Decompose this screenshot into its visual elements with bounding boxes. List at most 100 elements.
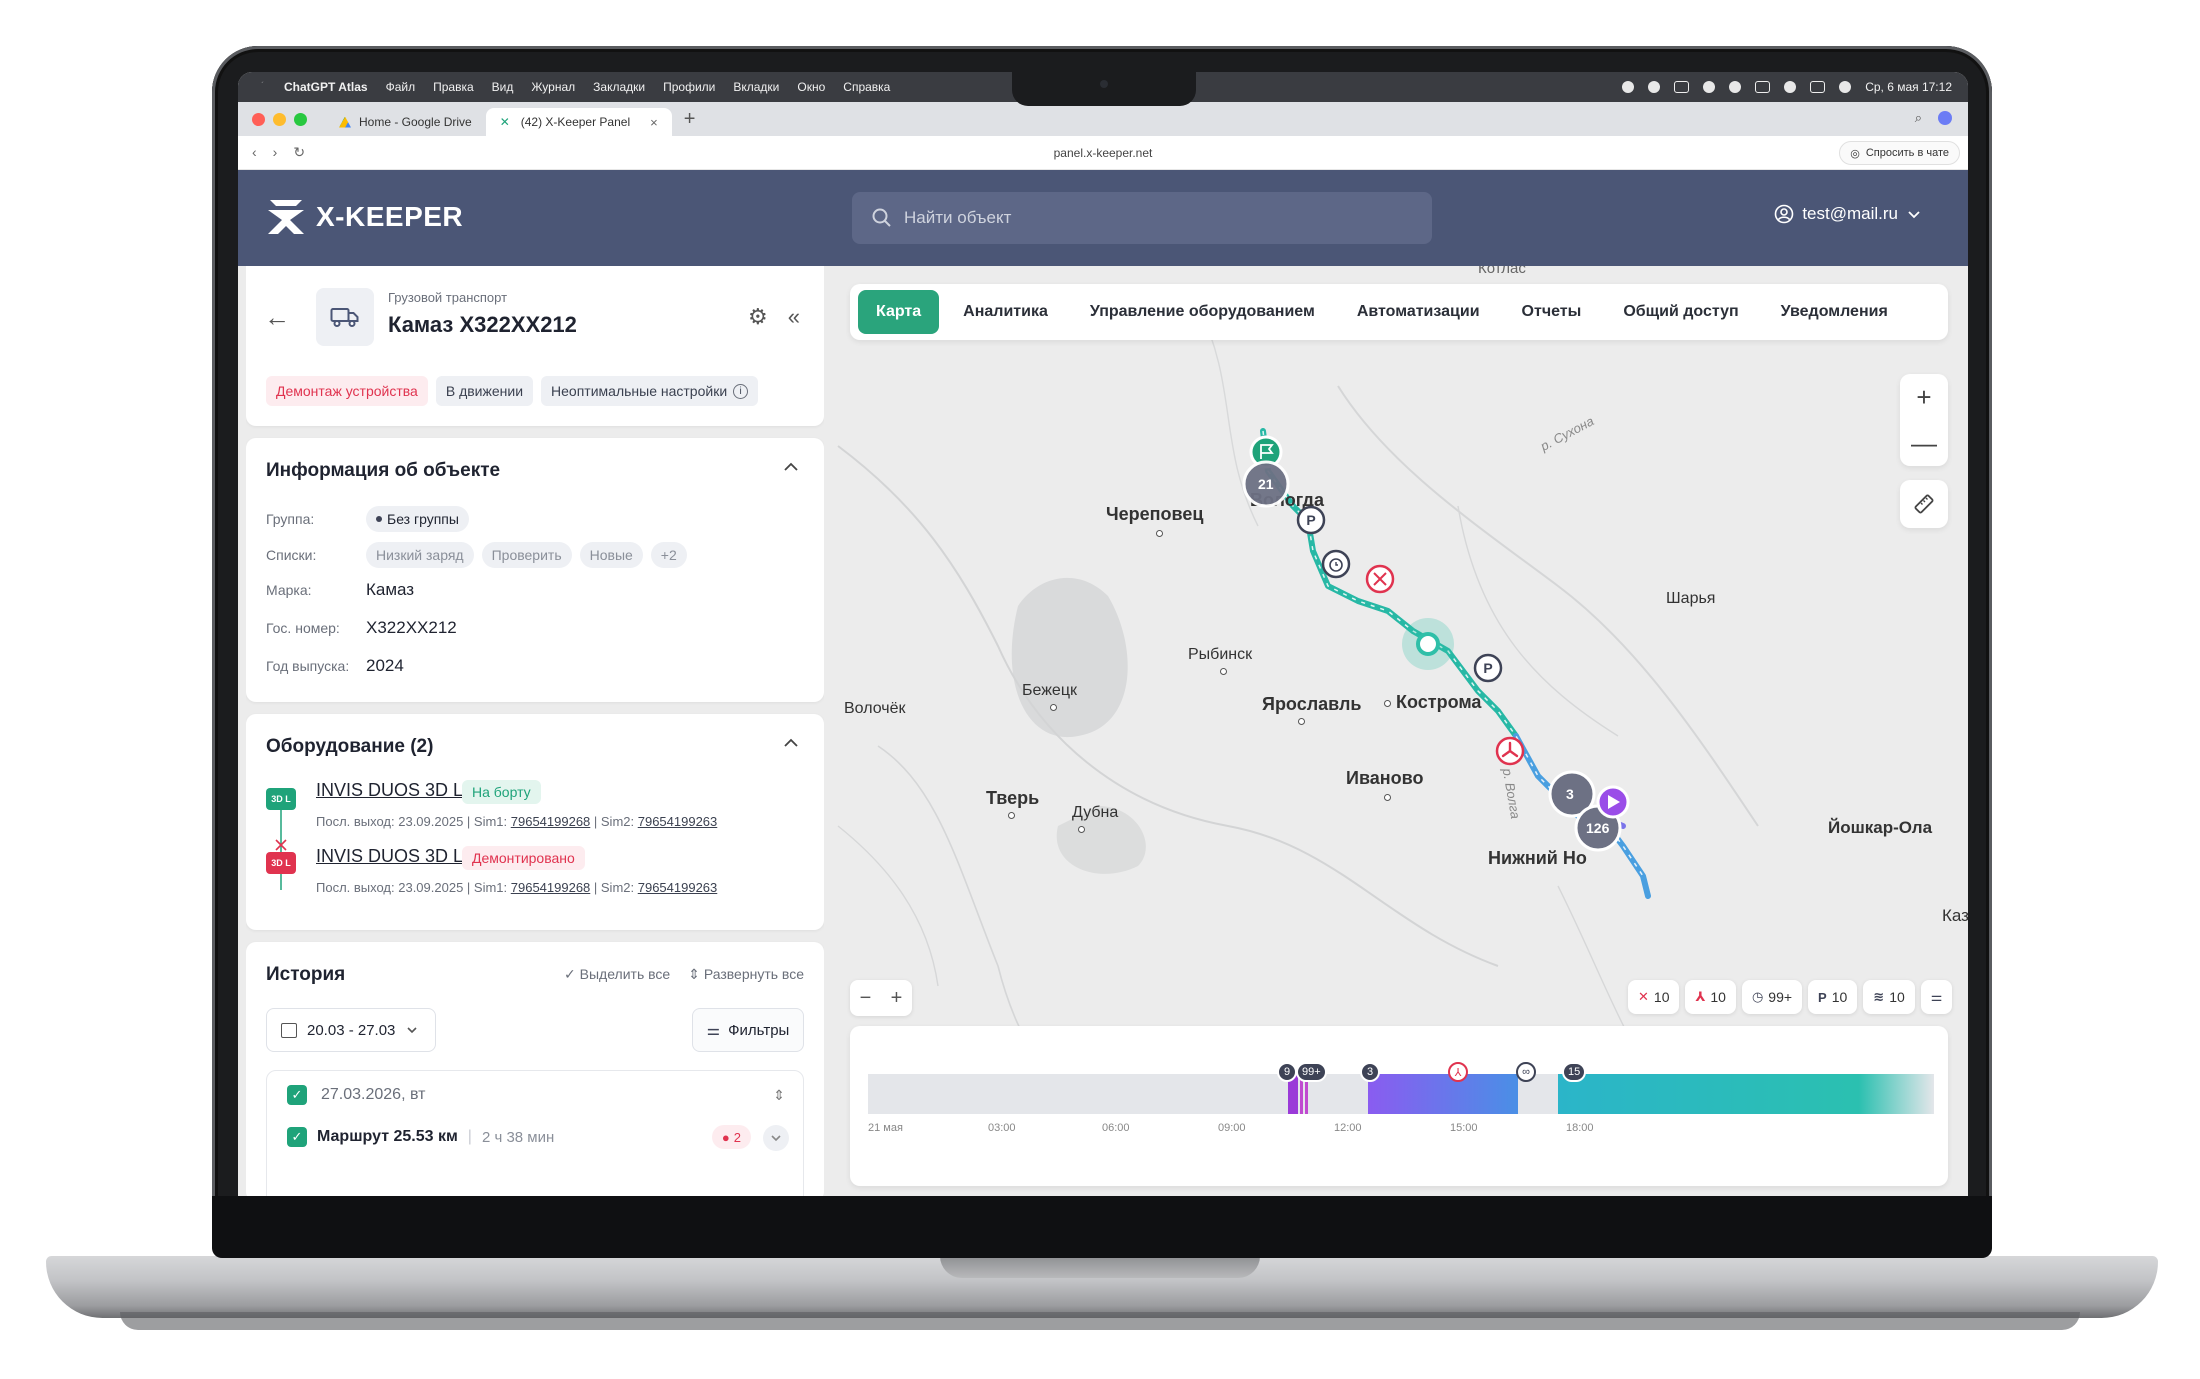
- route-alert-badge[interactable]: ● 2: [711, 1125, 751, 1149]
- history-day-row[interactable]: ✓ 27.03.2026, вт: [287, 1085, 425, 1105]
- list-tag[interactable]: Проверить: [481, 542, 572, 568]
- sim2-link[interactable]: 79654199263: [638, 814, 718, 829]
- timeline-badge[interactable]: 9: [1277, 1062, 1297, 1082]
- date-range-picker[interactable]: 20.03 - 27.03: [266, 1008, 436, 1052]
- status-icon[interactable]: [1674, 81, 1690, 93]
- parking-marker[interactable]: P: [1473, 653, 1503, 683]
- counter-fan[interactable]: ⅄ 10: [1685, 980, 1736, 1014]
- bluetooth-icon[interactable]: [1703, 81, 1716, 93]
- timeline-badge[interactable]: 99+: [1296, 1062, 1327, 1082]
- list-tag-more[interactable]: +2: [650, 542, 687, 568]
- wifi-icon[interactable]: [1784, 81, 1797, 93]
- group-tag[interactable]: Без группы: [366, 506, 469, 532]
- battery-icon[interactable]: [1810, 81, 1826, 93]
- tab-automations[interactable]: Автоматизации: [1339, 290, 1498, 334]
- object-search[interactable]: Найти объект: [852, 192, 1432, 244]
- menu-tabs[interactable]: Вкладки: [733, 80, 779, 94]
- expand-all-button[interactable]: ⇕ Развернуть все: [688, 966, 804, 983]
- tab-reports[interactable]: Отчеты: [1504, 290, 1600, 334]
- status-icon[interactable]: [1648, 81, 1661, 93]
- select-all-button[interactable]: ✓ Выделить все: [564, 966, 670, 983]
- browser-tab-xkeeper[interactable]: ✕ (42) X-Keeper Panel ×: [485, 108, 672, 136]
- checkbox[interactable]: ✓: [287, 1127, 307, 1147]
- telegram-icon[interactable]: [1729, 81, 1742, 93]
- chip-device-dismount[interactable]: Демонтаж устройства: [266, 376, 428, 406]
- tab-analytics[interactable]: Аналитика: [945, 290, 1066, 334]
- menu-file[interactable]: Файл: [386, 80, 416, 94]
- menu-window[interactable]: Окно: [797, 80, 825, 94]
- timeline-badge[interactable]: 15: [1562, 1062, 1587, 1082]
- counter-settings-button[interactable]: ⚌: [1920, 980, 1953, 1014]
- status-icon[interactable]: [1622, 81, 1635, 93]
- start-play-marker[interactable]: [1596, 785, 1630, 819]
- profile-icon[interactable]: [1938, 111, 1952, 125]
- user-menu[interactable]: test@mail.ru: [1774, 204, 1922, 224]
- tab-equipment-management[interactable]: Управление оборудованием: [1072, 290, 1333, 334]
- keyboard-layout-icon[interactable]: [1755, 81, 1771, 93]
- equipment-name-link[interactable]: INVIS DUOS 3D L: [316, 846, 463, 867]
- new-tab-button[interactable]: +: [672, 108, 708, 131]
- checkbox[interactable]: ✓: [287, 1085, 307, 1105]
- ruler-button[interactable]: [1900, 480, 1948, 528]
- tab-map[interactable]: Карта: [858, 290, 940, 334]
- timeline-link-badge[interactable]: ∞: [1516, 1062, 1536, 1082]
- gear-icon[interactable]: ⚙: [748, 304, 768, 330]
- collapse-panel-icon[interactable]: «: [788, 304, 800, 330]
- history-route-row[interactable]: ✓ Маршрут 25.53 км | 2 ч 38 мин: [287, 1127, 554, 1147]
- no-signal-marker[interactable]: [1365, 564, 1395, 594]
- zoom-window-button[interactable]: [294, 112, 307, 126]
- close-tab-icon[interactable]: ×: [650, 115, 658, 130]
- timeline-segment[interactable]: [1558, 1074, 1934, 1114]
- sim1-link[interactable]: 79654199268: [511, 814, 591, 829]
- menu-edit[interactable]: Правка: [433, 80, 474, 94]
- counter-alarm[interactable]: ◷ 99+: [1741, 980, 1803, 1014]
- sort-icon[interactable]: ⇕: [773, 1087, 785, 1104]
- sim2-link[interactable]: 79654199263: [638, 880, 718, 895]
- timeline-fan-badge[interactable]: ⅄: [1448, 1062, 1468, 1082]
- tab-shared-access[interactable]: Общий доступ: [1605, 290, 1756, 334]
- search-tabs-icon[interactable]: ⌕: [1915, 110, 1922, 126]
- equipment-name-link[interactable]: INVIS DUOS 3D L: [316, 780, 463, 801]
- ask-in-chat-button[interactable]: ◎ Спросить в чате: [1839, 141, 1960, 165]
- menu-app-name[interactable]: ChatGPT Atlas: [284, 80, 368, 94]
- list-tag[interactable]: Низкий заряд: [366, 542, 474, 568]
- alarm-clock-marker[interactable]: [1321, 549, 1351, 579]
- apple-icon[interactable]: [254, 80, 268, 94]
- chevron-up-icon[interactable]: [782, 458, 800, 476]
- search-input[interactable]: Найти объект: [904, 208, 1011, 228]
- timeline-segment[interactable]: [1368, 1074, 1518, 1114]
- timeline-track[interactable]: [868, 1074, 1934, 1114]
- menubar-clock[interactable]: Ср, 6 мая 17:12: [1865, 80, 1952, 94]
- zoom-out-button[interactable]: —: [1900, 420, 1948, 466]
- list-tag[interactable]: Новые: [579, 542, 643, 568]
- url-field[interactable]: panel.x-keeper.net: [238, 146, 1968, 160]
- counter-no-signal[interactable]: ✕ 10: [1628, 980, 1680, 1014]
- menu-view[interactable]: Вид: [492, 80, 514, 94]
- minimize-window-button[interactable]: [273, 112, 286, 126]
- equipment-item[interactable]: 3D L INVIS DUOS 3D L Демонтировано Посл.…: [266, 846, 806, 906]
- chevron-up-icon[interactable]: [782, 734, 800, 752]
- tab-notifications[interactable]: Уведомления: [1763, 290, 1906, 334]
- menu-help[interactable]: Справка: [843, 80, 890, 94]
- zoom-in-button[interactable]: +: [1900, 374, 1948, 420]
- timeline-panel[interactable]: 9 99+ 3 ⅄ ∞ 15 21 мая 03:00 06:00 09:00 …: [850, 1026, 1948, 1186]
- back-arrow-icon[interactable]: ←: [264, 302, 290, 333]
- menu-profiles[interactable]: Профили: [663, 80, 715, 94]
- timeline-badge[interactable]: 3: [1360, 1062, 1380, 1082]
- chip-suboptimal-settings[interactable]: Неоптимальные настройки i: [541, 376, 759, 406]
- chip-in-motion[interactable]: В движении: [435, 376, 534, 406]
- xkeeper-logo[interactable]: X-KEEPER: [266, 198, 463, 236]
- counter-wifi[interactable]: ≋ 10: [1863, 980, 1915, 1014]
- expand-route-button[interactable]: [763, 1125, 789, 1151]
- control-center-icon[interactable]: [1839, 81, 1852, 93]
- menu-history[interactable]: Журнал: [531, 80, 575, 94]
- info-icon[interactable]: i: [733, 383, 749, 399]
- browser-tab-drive[interactable]: Home - Google Drive: [325, 108, 486, 136]
- counter-parking[interactable]: P 10: [1808, 980, 1858, 1014]
- parking-marker[interactable]: P: [1296, 505, 1326, 535]
- fan-marker[interactable]: [1495, 736, 1525, 766]
- sim1-link[interactable]: 79654199268: [511, 880, 591, 895]
- timeline-zoom-in-button[interactable]: +: [891, 987, 903, 1010]
- equipment-item[interactable]: 3D L INVIS DUOS 3D L На борту Посл. выхо…: [266, 780, 806, 840]
- timeline-zoom-out-button[interactable]: −: [860, 987, 872, 1010]
